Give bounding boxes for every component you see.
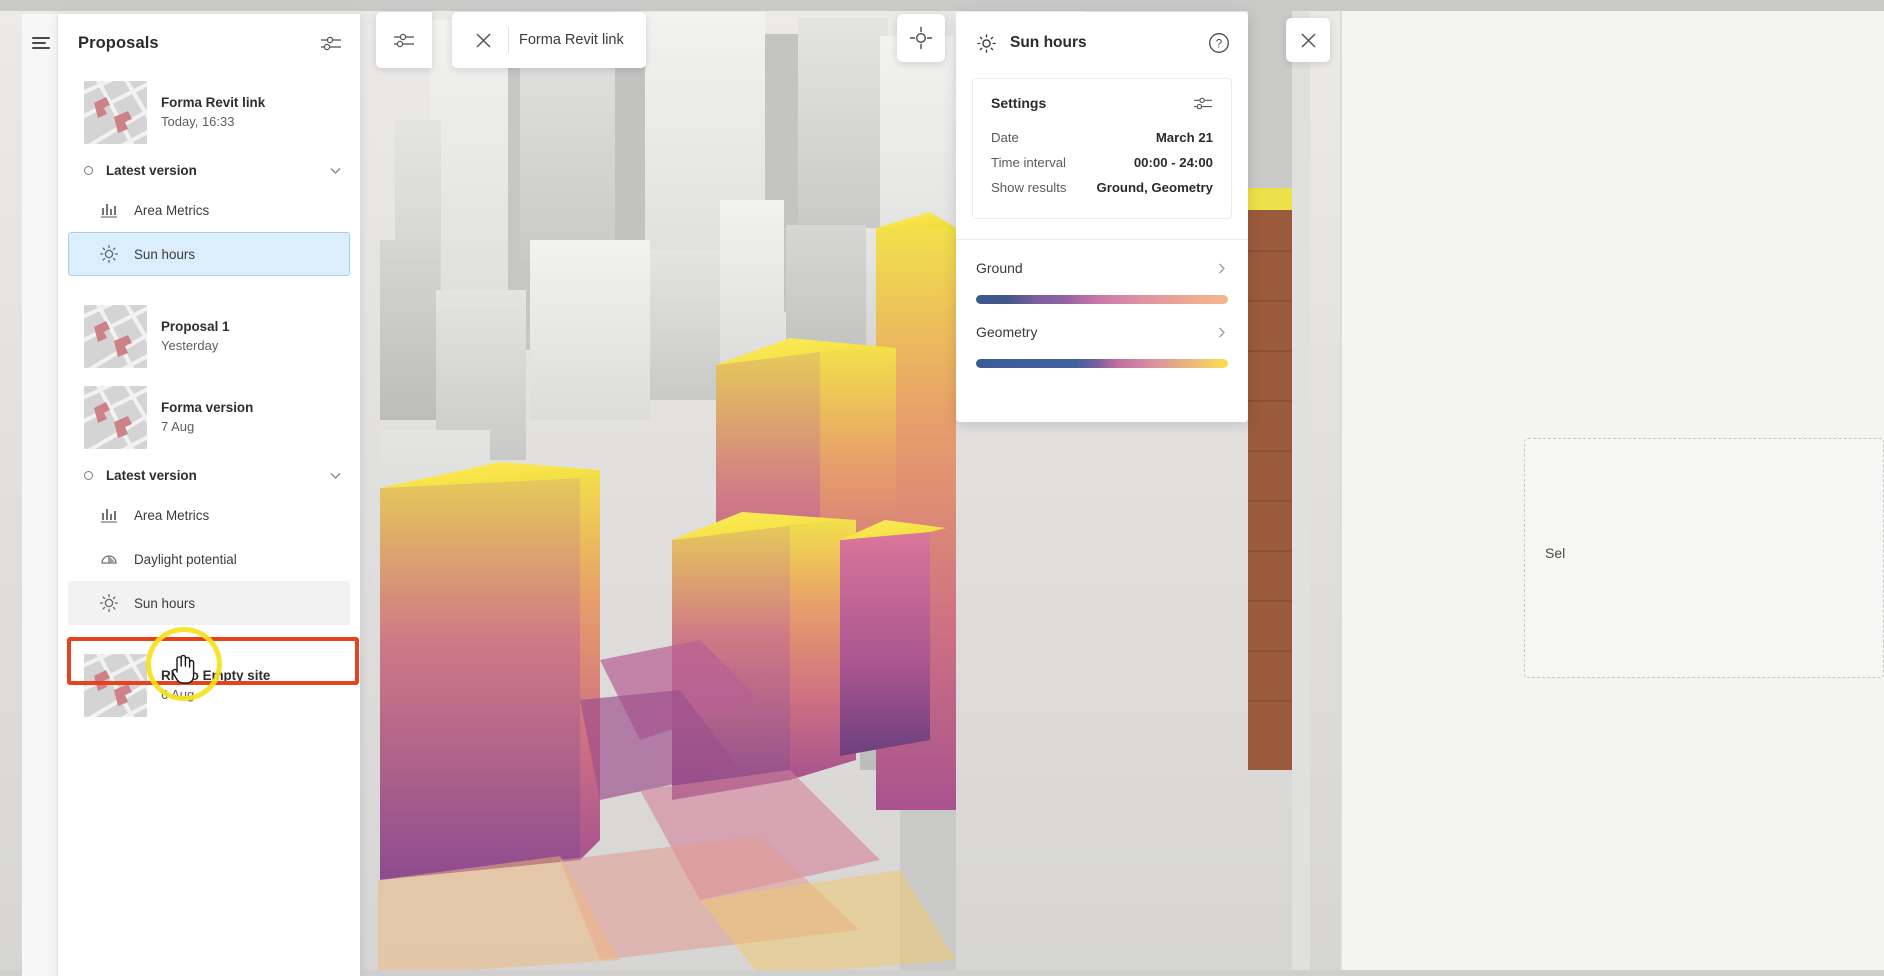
- sidebar-item-area-metrics[interactable]: Area Metrics: [68, 188, 350, 232]
- divider: [508, 27, 509, 53]
- crosshair-target-icon: [909, 26, 933, 50]
- project-breadcrumb-bar: Forma Revit link: [452, 12, 646, 68]
- sidebar-item-label: Area Metrics: [134, 507, 210, 523]
- sidebar-header: Proposals: [58, 14, 360, 72]
- proposal-name: Rhino Empty site: [161, 668, 271, 684]
- legend-ground: Ground: [956, 240, 1248, 304]
- sidebar-item-label: Sun hours: [134, 595, 196, 611]
- sidebar-list: Forma Revit link Today, 16:33 Latest ver…: [58, 72, 360, 746]
- settings-header: Settings: [991, 95, 1213, 111]
- app-root: Proposals Forma Revit link Today, 16:33 …: [0, 0, 1884, 976]
- panel-title: Sun hours: [1010, 34, 1087, 51]
- right-selection-panel[interactable]: [1524, 438, 1884, 678]
- proposal-name: Proposal 1: [161, 319, 230, 335]
- sidebar-item-label: Daylight potential: [134, 551, 237, 567]
- setting-value[interactable]: 00:00 - 24:00: [1134, 155, 1213, 170]
- proposals-sidebar: Proposals Forma Revit link Today, 16:33 …: [58, 14, 360, 976]
- chevron-right-icon[interactable]: [1215, 262, 1228, 275]
- setting-row-date: Date March 21: [991, 125, 1213, 150]
- site-map-thumbnail: [84, 305, 147, 368]
- geometry-gradient-bar: [976, 359, 1228, 368]
- legend-geometry-header[interactable]: Geometry: [976, 304, 1228, 340]
- sun-icon: [99, 244, 119, 264]
- setting-value[interactable]: Ground, Geometry: [1096, 180, 1213, 195]
- bar-chart-icon: [101, 204, 117, 218]
- sliders-icon[interactable]: [1193, 95, 1213, 111]
- question-circle-icon[interactable]: ?: [1208, 32, 1230, 54]
- legend-ground-header[interactable]: Ground: [976, 240, 1228, 276]
- sidebar-item-label: Area Metrics: [134, 202, 210, 218]
- left-rail: [22, 14, 58, 976]
- setting-label: Time interval: [991, 155, 1066, 170]
- chevron-down-icon[interactable]: [329, 164, 342, 177]
- daylight-dome-icon: [101, 555, 117, 564]
- crosshair-target-button[interactable]: [897, 14, 945, 62]
- close-panel-button[interactable]: [1286, 18, 1330, 62]
- site-map-thumbnail: [84, 386, 147, 449]
- sidebar-item-sun-hours[interactable]: Sun hours: [68, 232, 350, 276]
- version-label: Latest version: [106, 468, 197, 483]
- settings-card: Settings Date March 21 Time interval 00:…: [972, 78, 1232, 219]
- proposal-date: 7 Aug: [161, 418, 195, 434]
- sidebar-item-sun-hours-target[interactable]: Sun hours: [68, 581, 350, 625]
- version-group-header[interactable]: Latest version: [58, 458, 360, 493]
- window-top-strip: [0, 0, 1884, 11]
- svg-text:?: ?: [1216, 38, 1222, 50]
- setting-row-show-results: Show results Ground, Geometry: [991, 175, 1213, 200]
- circle-outline-icon: [84, 166, 93, 175]
- chevron-right-icon[interactable]: [1215, 326, 1228, 339]
- sidebar-item-label: Sun hours: [134, 246, 196, 262]
- breadcrumb: Forma Revit link: [519, 32, 624, 48]
- sun-icon: [977, 33, 996, 53]
- proposal-name: Forma version: [161, 400, 254, 416]
- version-group-header[interactable]: Latest version: [58, 153, 360, 188]
- list-item[interactable]: Proposal 1 Yesterday: [58, 296, 360, 377]
- bar-chart-icon: [101, 509, 117, 523]
- proposal-name: Forma Revit link: [161, 95, 266, 111]
- legend-label: Geometry: [976, 324, 1038, 340]
- hamburger-menu-icon[interactable]: [30, 33, 52, 53]
- sliders-icon: [394, 33, 414, 48]
- sidebar-item-daylight-potential[interactable]: Daylight potential: [68, 537, 350, 581]
- close-icon: [1300, 32, 1316, 48]
- list-item[interactable]: Forma version 7 Aug: [58, 377, 360, 458]
- list-item[interactable]: Rhino Empty site 6 Aug: [58, 645, 360, 726]
- list-item[interactable]: Forma Revit link Today, 16:33: [58, 72, 360, 153]
- right-selection-label: Sel: [1545, 545, 1566, 561]
- site-map-thumbnail: [84, 654, 147, 717]
- ground-gradient-bar: [976, 295, 1228, 304]
- setting-value[interactable]: March 21: [1156, 130, 1213, 145]
- setting-label: Show results: [991, 180, 1067, 195]
- proposal-date: Yesterday: [161, 337, 219, 353]
- sliders-icon[interactable]: [320, 34, 342, 52]
- legend-label: Ground: [976, 260, 1023, 276]
- close-icon: [475, 32, 491, 48]
- setting-label: Date: [991, 130, 1019, 145]
- toolbar-settings-button[interactable]: [376, 12, 432, 68]
- setting-row-time-interval: Time interval 00:00 - 24:00: [991, 150, 1213, 175]
- proposal-date: Today, 16:33: [161, 113, 235, 129]
- page-title: Proposals: [78, 33, 159, 52]
- site-map-thumbnail: [84, 81, 147, 144]
- version-label: Latest version: [106, 163, 197, 178]
- chevron-down-icon[interactable]: [329, 469, 342, 482]
- sidebar-item-area-metrics[interactable]: Area Metrics: [68, 493, 350, 537]
- close-project-button[interactable]: [460, 17, 506, 63]
- panel-header: Sun hours ?: [956, 12, 1248, 74]
- proposal-date: 6 Aug: [161, 686, 195, 702]
- settings-title: Settings: [991, 95, 1047, 111]
- legend-geometry: Geometry: [956, 304, 1248, 368]
- circle-outline-icon: [84, 471, 93, 480]
- sun-icon: [99, 593, 119, 613]
- sun-hours-panel: Sun hours ? Settings Date March 21 Time …: [956, 12, 1248, 422]
